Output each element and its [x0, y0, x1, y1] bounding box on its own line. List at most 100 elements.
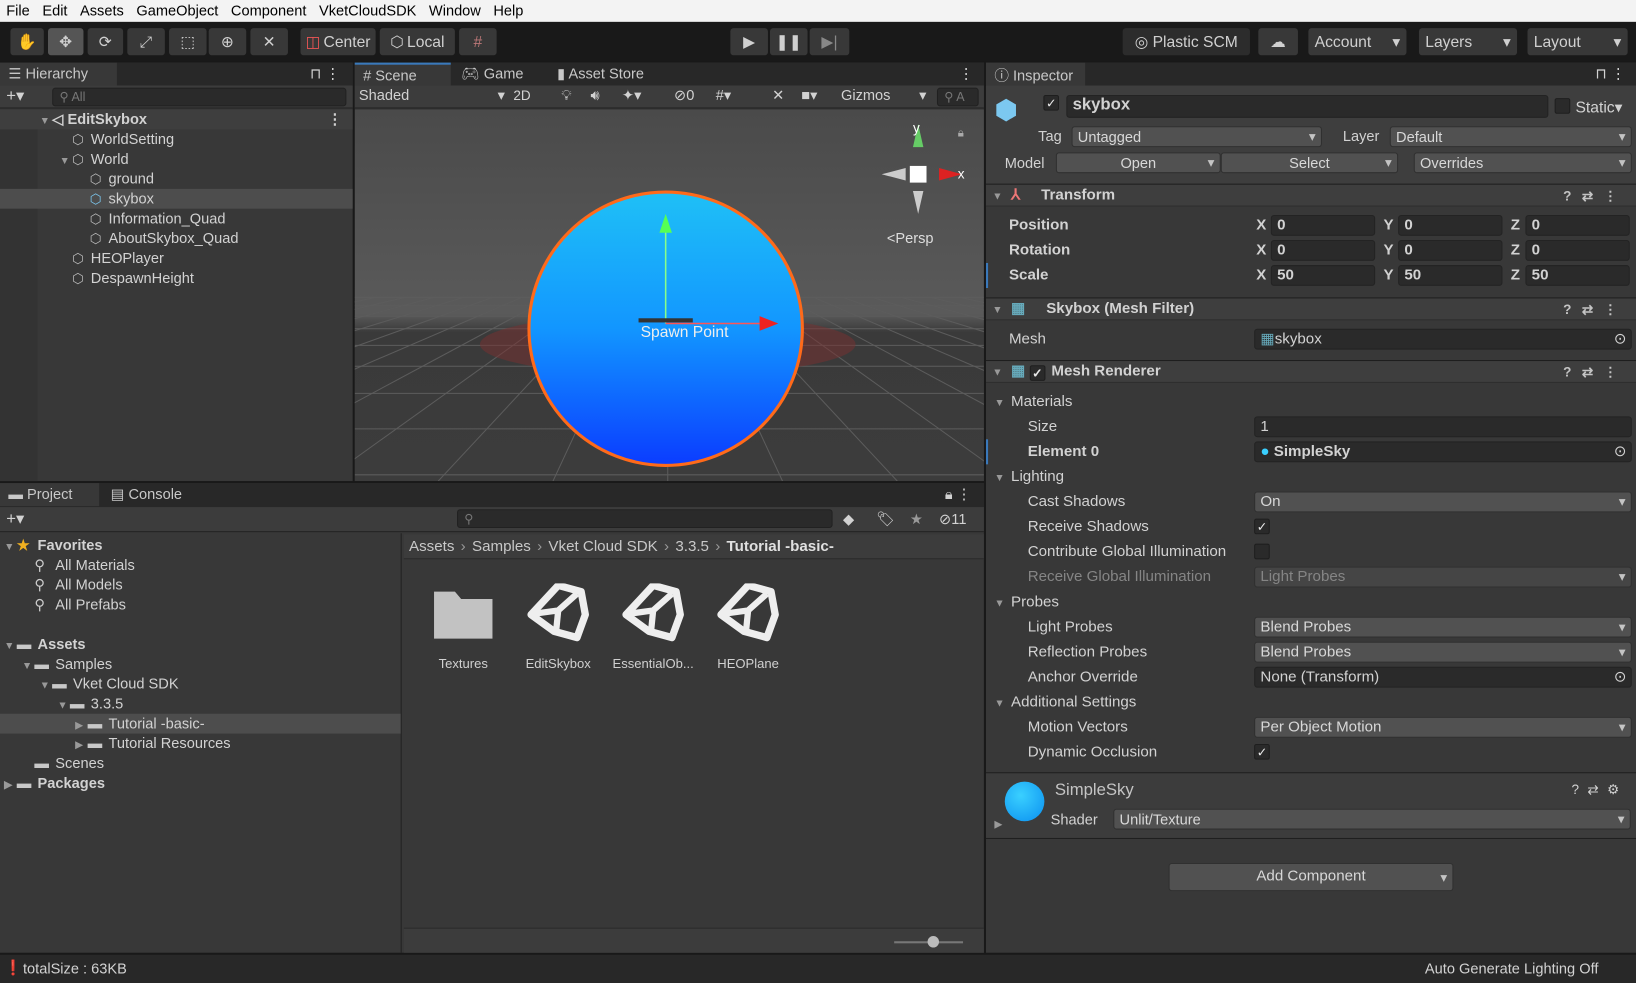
- hierarchy-item[interactable]: ⬡ HEOPlayer: [0, 248, 353, 268]
- layers-dropdown[interactable]: Layers ▾: [1418, 28, 1518, 56]
- axis-x-label[interactable]: X: [1256, 263, 1266, 288]
- breadcrumb-item[interactable]: Vket Cloud SDK: [548, 538, 657, 555]
- rotate-tool-button[interactable]: ⟳: [87, 28, 124, 56]
- property-dropdown[interactable]: Blend Probes: [1254, 616, 1632, 638]
- mesh-filter-header[interactable]: ▼ ▦ Skybox (Mesh Filter) ?⇄⋮: [985, 297, 1636, 321]
- axis-x-label[interactable]: X: [1256, 238, 1266, 263]
- object-picker-icon[interactable]: ⊙: [1614, 442, 1627, 461]
- hierarchy-item[interactable]: ⬡ Information_Quad: [0, 209, 353, 229]
- asset-unity[interactable]: HEOPlane: [701, 581, 795, 671]
- tag-dropdown[interactable]: Untagged: [1071, 126, 1322, 148]
- scene-viewport[interactable]: Spawn Point y x 🔒︎ <Persp: [354, 109, 984, 482]
- breadcrumb-item[interactable]: Tutorial -basic-: [727, 538, 834, 555]
- menu-help[interactable]: Help: [487, 0, 530, 22]
- prefab-cube-icon[interactable]: ⬢: [994, 94, 1018, 126]
- grid-icon[interactable]: #▾: [716, 87, 731, 105]
- grid-snap-button[interactable]: #: [459, 28, 497, 56]
- effects-icon[interactable]: ✦▾: [622, 87, 642, 105]
- hierarchy-item[interactable]: ⬡ DespawnHeight: [0, 268, 353, 288]
- create-asset-button[interactable]: +▾: [6, 508, 24, 529]
- move-tool-button[interactable]: ✥: [47, 28, 84, 56]
- object-field[interactable]: None (Transform) ⊙: [1254, 666, 1632, 688]
- project-tree-item[interactable]: ⚲ All Materials: [0, 555, 401, 575]
- breadcrumb-item[interactable]: Assets: [409, 538, 454, 555]
- tab-project[interactable]: ▬ Project: [0, 483, 100, 507]
- y-field[interactable]: 0: [1398, 214, 1503, 236]
- breadcrumb-item[interactable]: Samples: [472, 538, 531, 555]
- tab-game[interactable]: 🎮︎ Game: [453, 63, 547, 86]
- property-checkbox[interactable]: ✓: [1254, 744, 1270, 760]
- hierarchy-item[interactable]: ⬡ AboutSkybox_Quad: [0, 229, 353, 249]
- menu-gameobject[interactable]: GameObject: [130, 0, 225, 22]
- section-label[interactable]: Probes: [1011, 594, 1059, 611]
- lock-icon[interactable]: ⊓: [310, 65, 321, 83]
- property-checkbox[interactable]: [1254, 543, 1270, 560]
- pivot-center-button[interactable]: ◫ Center: [300, 28, 376, 56]
- tab-hierarchy[interactable]: ☰ Hierarchy: [0, 62, 117, 86]
- more-menu-icon[interactable]: ⋮: [959, 65, 974, 83]
- hierarchy-item[interactable]: ⬡ skybox: [0, 188, 353, 209]
- hand-tool-button[interactable]: ✋: [10, 28, 44, 56]
- y-field[interactable]: 50: [1398, 265, 1503, 286]
- step-button[interactable]: ▶|: [809, 28, 850, 56]
- menu-component[interactable]: Component: [225, 0, 313, 22]
- expand-arrow-icon[interactable]: ▶: [4, 775, 17, 795]
- tab-scene[interactable]: # Scene: [354, 62, 451, 86]
- shading-mode-dropdown[interactable]: Shaded ▾: [359, 87, 505, 104]
- hidden-objects-icon[interactable]: ⊘0: [674, 87, 694, 105]
- menu-file[interactable]: File: [0, 0, 36, 22]
- pause-button[interactable]: ❚❚: [770, 28, 808, 56]
- camera-icon[interactable]: ■▾: [801, 87, 817, 105]
- axis-x-label[interactable]: X: [1256, 213, 1266, 238]
- asset-folder[interactable]: Textures: [416, 583, 510, 671]
- tab-asset-store[interactable]: ▮ Asset Store: [549, 63, 674, 86]
- open-button[interactable]: Open: [1055, 152, 1221, 174]
- asset-unity[interactable]: EditSkybox: [511, 581, 605, 671]
- object-picker-icon[interactable]: ⊙: [1614, 668, 1627, 687]
- menu-window[interactable]: Window: [423, 0, 487, 22]
- hierarchy-search-input[interactable]: ⚲ All: [52, 87, 347, 107]
- property-dropdown[interactable]: Blend Probes: [1254, 641, 1632, 663]
- 2d-toggle[interactable]: 2D: [513, 88, 530, 104]
- project-tree-item[interactable]: ▼ ▬ Assets: [0, 634, 401, 654]
- section-label[interactable]: Materials: [1011, 393, 1072, 410]
- transform-tool-button[interactable]: ⊕: [208, 28, 247, 56]
- foldout-icon[interactable]: ▼: [994, 391, 1007, 416]
- scene-menu-icon[interactable]: ⋮: [328, 110, 343, 130]
- active-checkbox[interactable]: ✓: [1043, 94, 1060, 111]
- hierarchy-item[interactable]: ▼ ⬡ World: [0, 149, 353, 169]
- project-tree-item[interactable]: ▼ ★ Favorites: [0, 535, 401, 555]
- project-tree-item[interactable]: ⚲ All Models: [0, 575, 401, 595]
- breadcrumb-item[interactable]: 3.3.5: [675, 538, 709, 555]
- hierarchy-item[interactable]: ⬡ ground: [0, 169, 353, 189]
- axis-z-label[interactable]: Z: [1511, 213, 1520, 238]
- mesh-renderer-header[interactable]: ▼ ▦ ✓ Mesh Renderer ?⇄⋮: [985, 360, 1636, 383]
- axis-z-label[interactable]: Z: [1511, 238, 1520, 263]
- axis-y-label[interactable]: Y: [1384, 213, 1394, 238]
- section-label[interactable]: Additional Settings: [1011, 694, 1136, 711]
- overrides-dropdown[interactable]: Overrides: [1413, 152, 1632, 174]
- select-button[interactable]: Select: [1220, 152, 1399, 174]
- layer-dropdown[interactable]: Default: [1389, 126, 1632, 148]
- component-actions[interactable]: ?⇄⋮: [1563, 185, 1628, 207]
- tab-console[interactable]: ▤ Console: [102, 483, 206, 506]
- cloud-button[interactable]: ☁: [1258, 28, 1298, 56]
- axis-z-label[interactable]: Z: [1511, 263, 1520, 288]
- tab-inspector[interactable]: ⓘ Inspector: [985, 62, 1086, 86]
- lock-icon[interactable]: ⊓: [1595, 65, 1606, 83]
- project-tree-item[interactable]: ▶ ▬ Packages: [0, 773, 401, 793]
- project-tree-item[interactable]: ▼ ▬ 3.3.5: [0, 694, 401, 714]
- static-checkbox[interactable]: [1554, 98, 1571, 114]
- perspective-toggle[interactable]: <Persp: [887, 231, 934, 247]
- component-actions[interactable]: ?⇄⋮: [1563, 298, 1628, 320]
- axis-y-label[interactable]: Y: [1384, 238, 1394, 263]
- rect-tool-button[interactable]: ⬚: [169, 28, 207, 56]
- property-checkbox[interactable]: ✓: [1254, 518, 1270, 535]
- object-name-field[interactable]: skybox: [1066, 94, 1549, 118]
- object-picker-icon[interactable]: ⊙: [1614, 330, 1627, 349]
- menu-assets[interactable]: Assets: [74, 0, 130, 22]
- add-component-button[interactable]: Add Component: [1168, 862, 1454, 892]
- x-field[interactable]: 50: [1270, 265, 1376, 286]
- transform-header[interactable]: ▼ ⅄ Transform ?⇄⋮: [985, 183, 1636, 207]
- foldout-icon[interactable]: ▼: [994, 466, 1007, 491]
